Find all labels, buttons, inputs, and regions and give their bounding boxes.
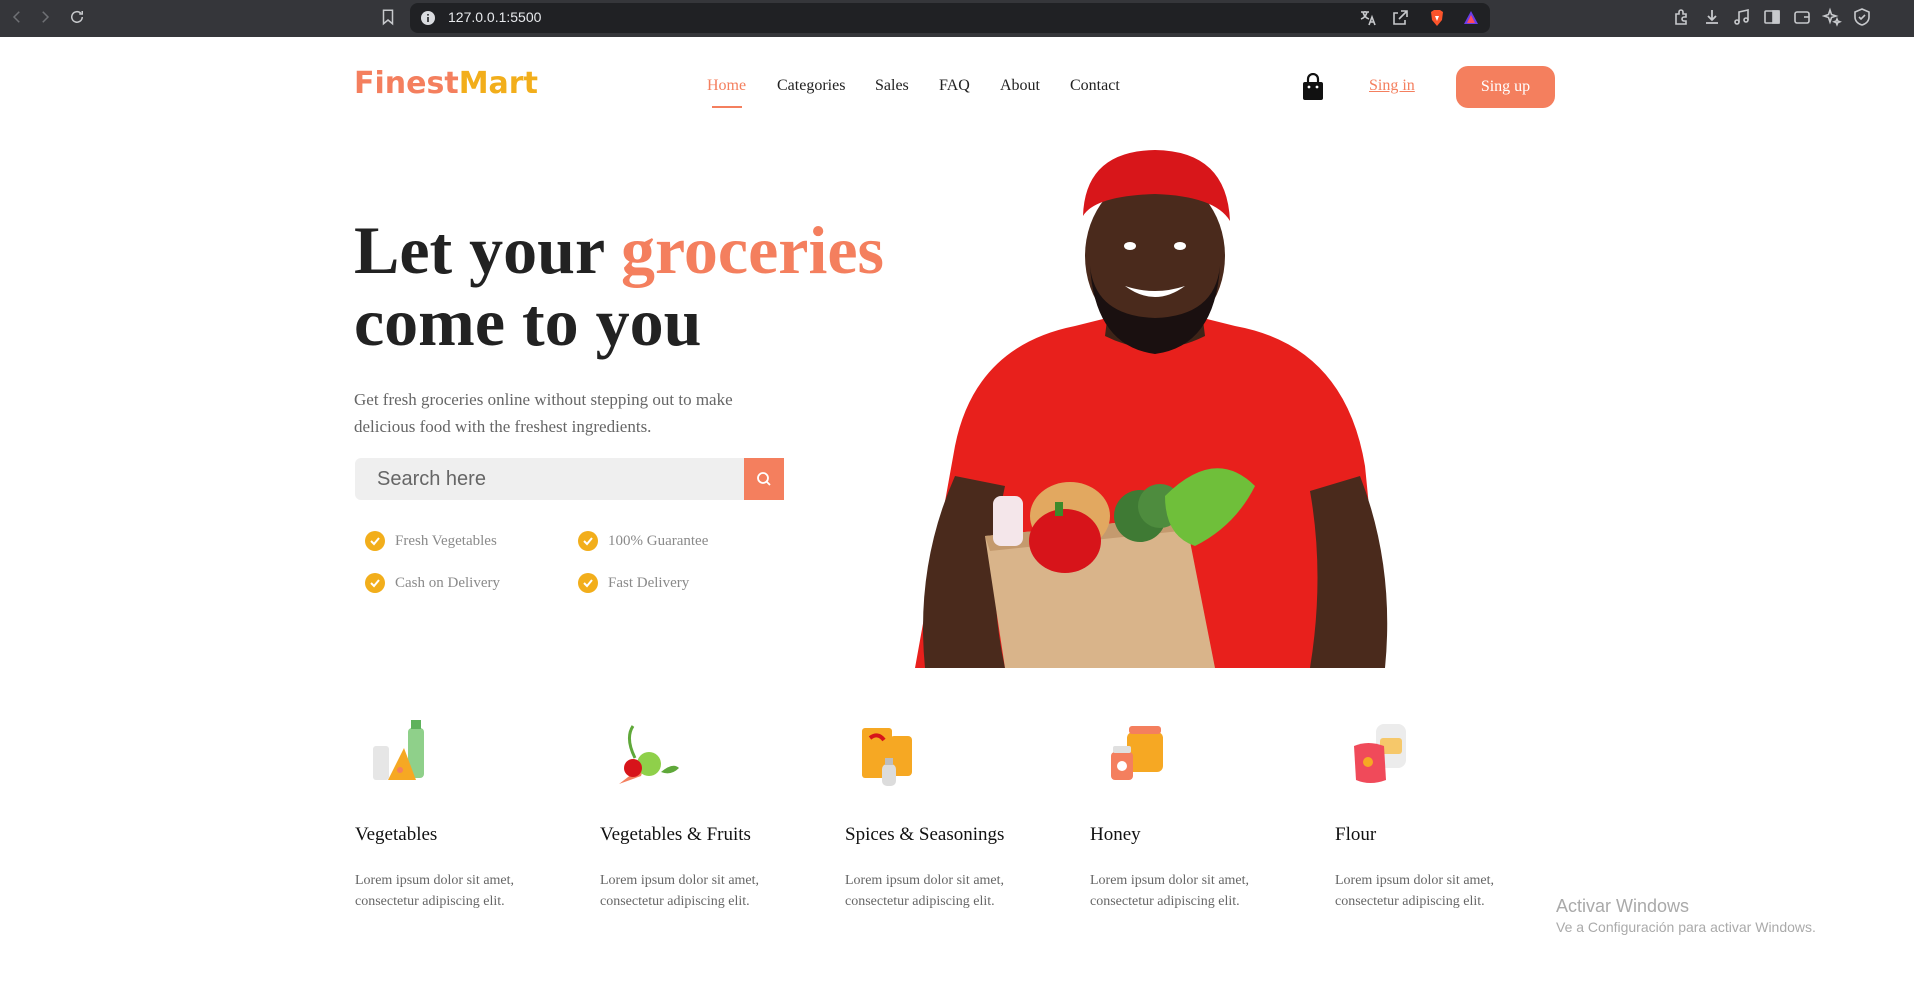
shopping-bag-icon[interactable] — [1301, 72, 1325, 101]
search-button[interactable] — [744, 458, 784, 500]
search-icon — [757, 472, 771, 486]
wallet-icon[interactable] — [1792, 7, 1812, 27]
category-card[interactable]: Flour Lorem ipsum dolor sit amet, consec… — [1335, 718, 1555, 909]
bookmark-icon[interactable] — [377, 6, 399, 28]
category-card[interactable]: Spices & Seasonings Lorem ipsum dolor si… — [845, 718, 1065, 909]
hero-title-accent: groceries — [620, 212, 884, 288]
address-bar[interactable]: 127.0.0.1:5500 — [410, 3, 1490, 33]
site-info-icon[interactable] — [420, 10, 436, 26]
windows-activation-watermark: Activar Windows Ve a Configuración para … — [1556, 896, 1816, 935]
reload-icon[interactable] — [66, 6, 88, 28]
category-card[interactable]: Honey Lorem ipsum dolor sit amet, consec… — [1090, 718, 1310, 909]
category-title: Vegetables — [355, 824, 438, 845]
category-card[interactable]: Vegetables & Fruits Lorem ipsum dolor si… — [600, 718, 820, 909]
back-icon[interactable] — [6, 6, 28, 28]
search-box — [355, 458, 745, 500]
check-icon — [578, 531, 598, 551]
category-description: Lorem ipsum dolor sit amet, consectetur … — [355, 873, 515, 909]
signup-button[interactable]: Sing up — [1456, 66, 1555, 108]
watermark-title: Activar Windows — [1556, 896, 1690, 916]
nav-faq[interactable]: FAQ — [939, 77, 970, 95]
spices-icon — [862, 728, 912, 786]
extensions-icon[interactable] — [1672, 7, 1692, 27]
category-title: Vegetables & Fruits — [600, 824, 751, 845]
feature-item: Fast Delivery — [578, 573, 689, 593]
hero-title-part1: Let your — [354, 212, 621, 288]
hero-delivery-man-image — [915, 150, 1388, 668]
nav-active-indicator — [712, 106, 742, 108]
category-card[interactable]: Vegetables Lorem ipsum dolor sit amet, c… — [355, 718, 575, 909]
category-description: Lorem ipsum dolor sit amet, consectetur … — [600, 873, 760, 909]
check-icon — [365, 531, 385, 551]
feature-label: 100% Guarantee — [608, 532, 709, 549]
logo-part-finest: Finest — [354, 66, 459, 101]
brave-shields-icon[interactable] — [1428, 9, 1446, 27]
nav-about[interactable]: About — [1000, 77, 1040, 95]
hero-description: Get fresh groceries online without stepp… — [354, 390, 733, 436]
share-icon[interactable] — [1390, 8, 1410, 28]
flour-bag-icon — [1354, 724, 1406, 783]
category-description: Lorem ipsum dolor sit amet, consectetur … — [1335, 873, 1495, 909]
category-description: Lorem ipsum dolor sit amet, consectetur … — [1090, 873, 1250, 909]
forward-icon[interactable] — [34, 6, 56, 28]
category-title: Flour — [1335, 824, 1377, 845]
signin-link[interactable]: Sing in — [1369, 77, 1415, 95]
logo[interactable]: FinestMart — [354, 66, 538, 101]
feature-item: Cash on Delivery — [365, 573, 500, 593]
category-title: Honey — [1090, 824, 1141, 845]
vpn-shield-icon[interactable] — [1852, 7, 1872, 27]
brave-rewards-icon[interactable] — [1462, 9, 1480, 27]
watermark-subtitle: Ve a Configuración para activar Windows. — [1556, 919, 1816, 935]
sidebar-icon[interactable] — [1762, 7, 1782, 27]
leo-ai-icon[interactable] — [1821, 7, 1842, 27]
fruits-vegetables-icon — [619, 725, 679, 784]
feature-item: 100% Guarantee — [578, 531, 708, 551]
feature-item: Fresh Vegetables — [365, 531, 497, 551]
category-description: Lorem ipsum dolor sit amet, consectetur … — [845, 873, 1005, 909]
dairy-icon — [373, 720, 424, 780]
nav-sales[interactable]: Sales — [875, 77, 909, 95]
feature-label: Fast Delivery — [608, 574, 690, 591]
music-icon[interactable] — [1732, 7, 1752, 27]
check-icon — [578, 573, 598, 593]
nav-contact[interactable]: Contact — [1070, 77, 1120, 95]
hero-title-part2: come to you — [354, 284, 702, 360]
translate-icon[interactable] — [1358, 8, 1378, 28]
feature-label: Fresh Vegetables — [395, 532, 497, 549]
nav-categories[interactable]: Categories — [777, 77, 845, 95]
feature-label: Cash on Delivery — [395, 574, 500, 591]
url-text: 127.0.0.1:5500 — [448, 9, 542, 25]
category-title: Spices & Seasonings — [845, 824, 1005, 845]
browser-toolbar: 127.0.0.1:5500 — [0, 0, 1914, 37]
hero-title: Let your groceries come to you — [354, 214, 884, 358]
download-icon[interactable] — [1702, 7, 1722, 27]
search-input[interactable] — [375, 467, 729, 492]
logo-part-mart: Mart — [458, 66, 538, 101]
nav-home[interactable]: Home — [707, 77, 746, 95]
honey-jar-icon — [1111, 726, 1163, 780]
check-icon — [365, 573, 385, 593]
